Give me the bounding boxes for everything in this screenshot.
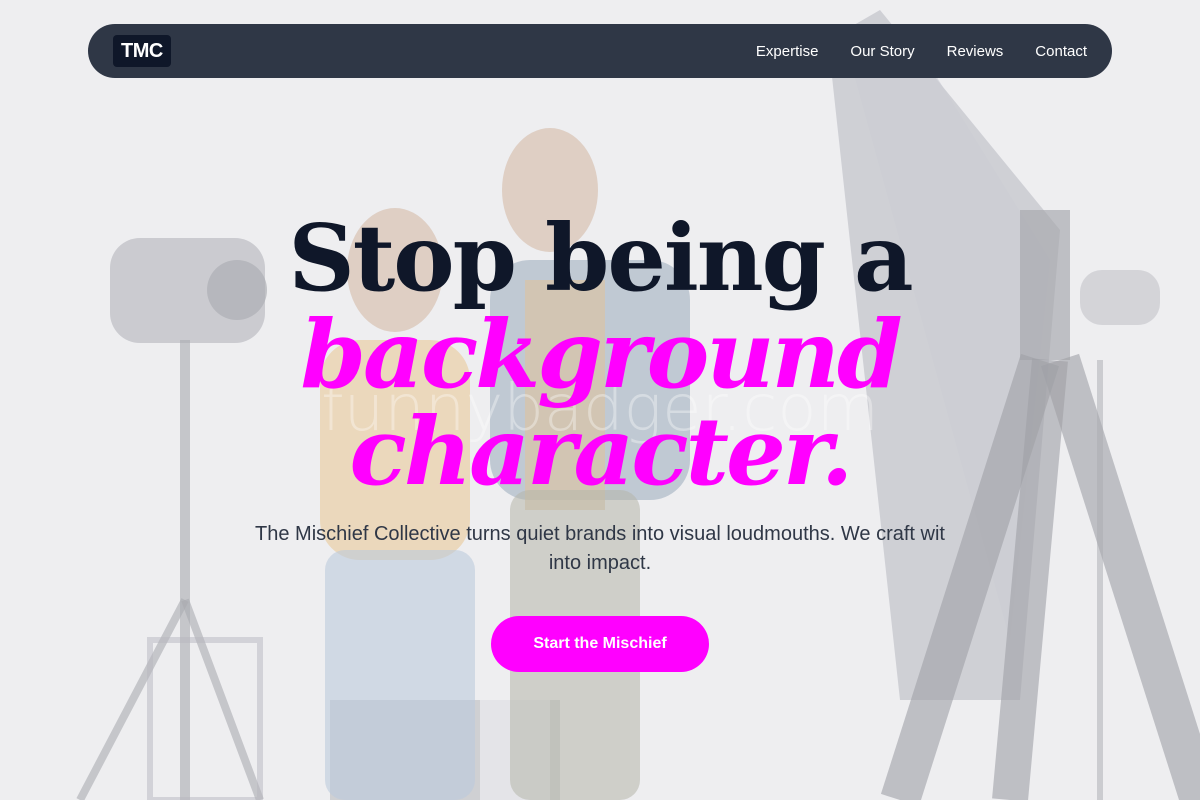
headline-line-2: background: [300, 300, 902, 410]
headline-line-3: character.: [349, 397, 854, 507]
hero-tagline: The Mischief Collective turns quiet bran…: [255, 523, 945, 574]
headline-line-1: Stop being a: [288, 204, 913, 312]
hero-section: funnybadger.com Stop being a background …: [0, 0, 1200, 800]
start-the-mischief-button[interactable]: Start the Mischief: [491, 616, 709, 672]
